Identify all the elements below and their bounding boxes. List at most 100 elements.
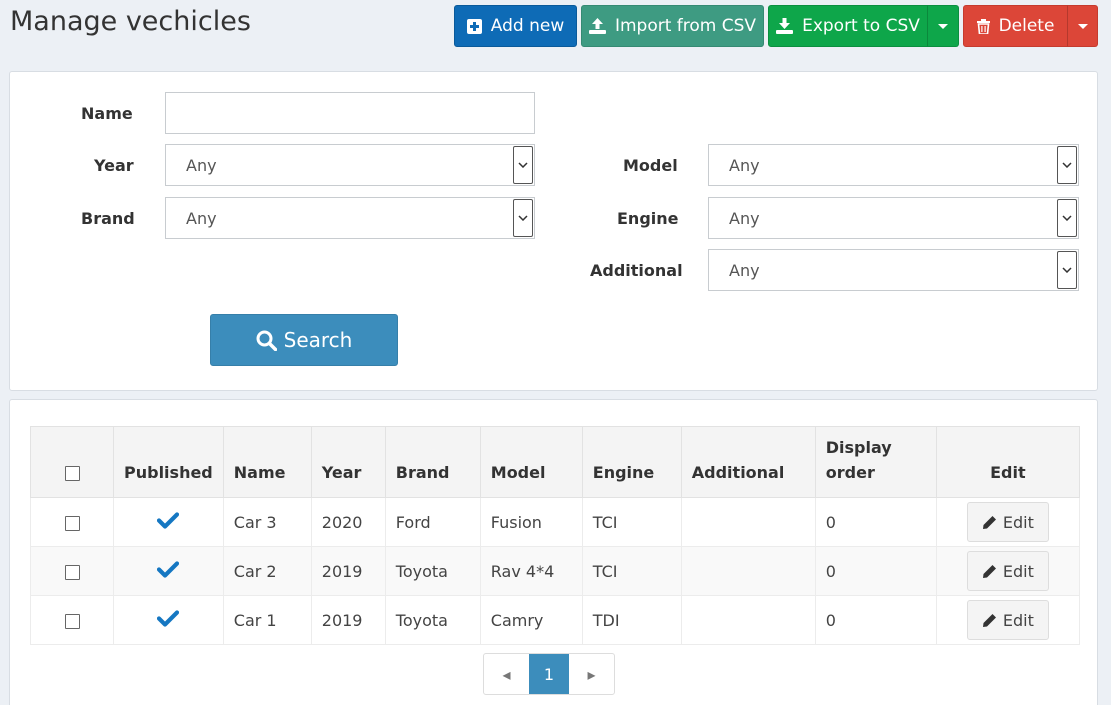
additional-select[interactable]: Any <box>708 249 1079 291</box>
add-new-button[interactable]: Add new <box>454 5 577 47</box>
pencil-icon <box>982 564 996 578</box>
year-select[interactable]: Any <box>165 144 535 186</box>
year-cell: 2020 <box>310 497 386 547</box>
display-order-cell: 0 <box>814 546 937 596</box>
edit-cell: Edit <box>935 546 1081 596</box>
row-select-cell <box>30 497 114 547</box>
column-header-engine[interactable]: Engine <box>581 426 682 498</box>
edit-button[interactable]: Edit <box>966 551 1049 591</box>
model-select-value: Any <box>729 155 760 175</box>
edit-label: Edit <box>1002 610 1034 630</box>
row-select-cell <box>30 595 114 645</box>
display-order-cell: 0 <box>814 497 937 547</box>
export-csv-label: Export to CSV <box>802 16 920 36</box>
year-cell: 2019 <box>310 546 386 596</box>
name-cell: Car 1 <box>222 595 312 645</box>
table-row: Car 3 2020 Ford Fusion TCI 0 Edit <box>30 497 1081 547</box>
table-header-row: Published Name Year Brand Model Engine A… <box>30 426 1081 498</box>
model-cell: Fusion <box>479 497 583 547</box>
upload-icon <box>588 18 606 34</box>
column-header-year[interactable]: Year <box>310 426 386 498</box>
row-select-cell <box>30 546 114 596</box>
year-cell: 2019 <box>310 595 386 645</box>
name-label: Name <box>81 104 133 123</box>
additional-label: Additional <box>590 261 683 280</box>
brand-cell: Toyota <box>384 546 481 596</box>
trash-icon <box>976 18 990 34</box>
edit-button[interactable]: Edit <box>966 502 1049 542</box>
row-checkbox[interactable] <box>64 515 80 531</box>
delete-label: Delete <box>998 16 1055 36</box>
vehicles-table: Published Name Year Brand Model Engine A… <box>30 426 1081 645</box>
caret-down-icon <box>938 23 948 29</box>
toolbar: Add new Import from CSV Export to CSV De… <box>0 5 1111 47</box>
column-header-published[interactable]: Published <box>113 426 224 498</box>
column-header-model[interactable]: Model <box>479 426 583 498</box>
pencil-icon <box>982 613 996 627</box>
brand-select-value: Any <box>186 208 217 228</box>
table-row: Car 1 2019 Toyota Camry TDI 0 Edit <box>30 595 1081 645</box>
engine-cell: TDI <box>581 595 682 645</box>
year-label: Year <box>94 156 134 175</box>
engine-label: Engine <box>617 209 679 228</box>
chevron-down-icon <box>513 146 533 184</box>
name-input[interactable] <box>165 92 535 134</box>
engine-cell: TCI <box>581 546 682 596</box>
column-header-name[interactable]: Name <box>222 426 312 498</box>
chevron-down-icon <box>1057 199 1077 237</box>
pagination-next-button[interactable]: ▸ <box>569 654 614 694</box>
model-select[interactable]: Any <box>708 144 1079 186</box>
engine-select[interactable]: Any <box>708 197 1079 239</box>
edit-cell: Edit <box>935 497 1081 547</box>
published-cell <box>113 497 224 547</box>
model-cell: Rav 4*4 <box>479 546 583 596</box>
row-checkbox[interactable] <box>64 613 80 629</box>
import-csv-button[interactable]: Import from CSV <box>581 5 764 47</box>
pencil-icon <box>982 515 996 529</box>
checkmark-icon <box>157 560 180 578</box>
brand-label: Brand <box>81 209 135 228</box>
caret-down-icon <box>1077 23 1088 29</box>
additional-cell <box>680 595 816 645</box>
chevron-down-icon <box>1057 251 1077 289</box>
additional-cell <box>680 497 816 547</box>
vehicles-panel: Published Name Year Brand Model Engine A… <box>9 399 1098 705</box>
pagination-page-1[interactable]: 1 <box>529 654 569 694</box>
column-header-additional[interactable]: Additional <box>680 426 816 498</box>
engine-select-value: Any <box>729 208 760 228</box>
export-csv-dropdown-toggle[interactable] <box>927 5 959 47</box>
brand-cell: Toyota <box>384 595 481 645</box>
checkmark-icon <box>157 609 180 627</box>
add-new-label: Add new <box>490 16 565 36</box>
edit-cell: Edit <box>935 595 1081 645</box>
column-header-brand[interactable]: Brand <box>384 426 481 498</box>
column-header-display-order[interactable]: Display order <box>814 426 937 498</box>
plus-square-icon <box>466 18 482 34</box>
search-button[interactable]: Search <box>210 314 398 366</box>
brand-select[interactable]: Any <box>165 197 535 239</box>
display-order-cell: 0 <box>814 595 937 645</box>
brand-cell: Ford <box>384 497 481 547</box>
select-all-checkbox[interactable] <box>64 466 80 481</box>
checkmark-icon <box>157 511 180 529</box>
export-csv-button[interactable]: Export to CSV <box>768 5 928 47</box>
edit-label: Edit <box>1002 561 1034 581</box>
search-icon <box>256 330 277 351</box>
table-row: Car 2 2019 Toyota Rav 4*4 TCI 0 Edit <box>30 546 1081 596</box>
row-checkbox[interactable] <box>64 564 80 580</box>
chevron-down-icon <box>513 199 533 237</box>
published-cell <box>113 595 224 645</box>
additional-cell <box>680 546 816 596</box>
pagination-prev-button[interactable]: ◂ <box>484 654 529 694</box>
additional-select-value: Any <box>729 260 760 280</box>
select-all-header <box>30 426 114 498</box>
column-header-edit: Edit <box>935 426 1081 498</box>
name-cell: Car 3 <box>222 497 312 547</box>
delete-dropdown-toggle[interactable] <box>1067 5 1098 47</box>
search-panel: Name Year Any Brand Any Model Any Engine… <box>9 71 1098 391</box>
pagination: ◂ 1 ▸ <box>483 653 615 695</box>
delete-button[interactable]: Delete <box>963 5 1068 47</box>
search-label: Search <box>283 328 353 352</box>
edit-button[interactable]: Edit <box>966 600 1049 640</box>
download-icon <box>776 18 794 34</box>
